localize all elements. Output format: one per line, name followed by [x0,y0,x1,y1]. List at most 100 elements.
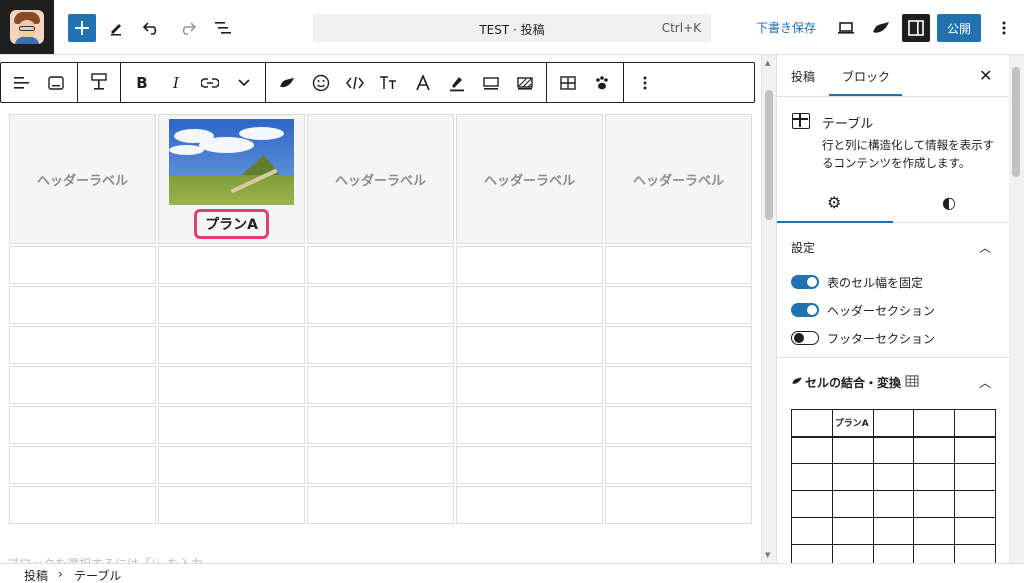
mini-cell[interactable]: プランA [831,409,874,438]
table-cell[interactable] [9,326,156,364]
header-section-toggle[interactable] [791,303,819,317]
table-cell[interactable] [605,246,752,284]
styles-icon[interactable]: ◐ [942,193,956,212]
highlight-button[interactable] [440,63,474,102]
header-cell[interactable]: ヘッダーラベル [605,114,752,244]
mini-cell[interactable] [954,436,996,464]
table-cell[interactable] [9,486,156,524]
table-cell[interactable] [9,406,156,444]
header-cell[interactable]: ヘッダーラベル [307,114,454,244]
merge-panel-title[interactable]: セルの結合・変換 [805,374,901,391]
mini-cell[interactable] [913,544,956,563]
settings-sidebar-toggle[interactable] [902,14,930,42]
background-button[interactable] [508,63,542,102]
settings-panel-title[interactable]: 設定 [791,239,815,256]
plugin-paw-button[interactable] [585,63,619,102]
mini-cell[interactable] [831,517,874,545]
mini-cell[interactable] [913,436,956,464]
mini-cell[interactable] [872,544,915,563]
editor-scrollbar[interactable]: ▲ ▼ [761,55,776,563]
table-cell[interactable] [158,486,305,524]
mini-cell[interactable] [954,409,996,438]
footer-section-toggle[interactable] [791,331,819,345]
table-cell[interactable] [307,446,454,484]
table-cell[interactable] [456,446,603,484]
font-size-button[interactable] [372,63,406,102]
vertical-align-button[interactable] [82,63,116,102]
table-cell[interactable] [158,286,305,324]
chevron-up-icon[interactable]: ︿ [979,239,991,256]
landscape-image[interactable] [169,119,294,205]
mini-cell[interactable] [954,490,996,518]
breadcrumb-leaf[interactable]: テーブル [74,567,121,583]
mini-cell[interactable] [954,463,996,491]
italic-button[interactable]: I [159,63,193,102]
mini-cell[interactable] [791,436,833,464]
table-cell[interactable] [9,246,156,284]
document-overview-button[interactable] [209,14,237,42]
redo-button[interactable] [173,14,201,42]
header-cell[interactable]: ヘッダーラベル [456,114,603,244]
plugin-format-button[interactable] [270,63,304,102]
edit-tool-button[interactable] [102,14,130,42]
tab-block[interactable]: ブロック [842,68,890,85]
more-options-button[interactable] [990,14,1018,42]
table-cell[interactable] [605,326,752,364]
mini-cell[interactable] [872,436,915,464]
scrollbar-thumb[interactable] [1012,67,1020,177]
border-button[interactable] [474,63,508,102]
table-cell[interactable] [158,326,305,364]
table-cell[interactable] [158,446,305,484]
table-cell[interactable] [456,406,603,444]
emoji-button[interactable] [304,63,338,102]
mini-cell[interactable] [913,409,956,438]
align-button[interactable] [5,63,39,102]
table-cell[interactable] [9,366,156,404]
table-cell[interactable] [307,406,454,444]
scroll-down-arrow-icon[interactable]: ▼ [765,551,770,559]
save-draft-button[interactable]: 下書き保存 [756,19,816,36]
font-family-button[interactable] [406,63,440,102]
table-cell[interactable] [456,486,603,524]
table-cell[interactable] [9,446,156,484]
table-cell[interactable] [307,366,454,404]
mini-cell[interactable] [791,544,833,563]
undo-button[interactable] [138,14,166,42]
table-block[interactable]: ヘッダーラベル プランA ヘッダーラベル ヘッダーラベル ヘッダーラベル [7,112,754,526]
mini-cell[interactable] [872,409,915,438]
sidebar-scrollbar[interactable] [1009,55,1024,563]
mini-cell[interactable] [831,436,874,464]
table-cell[interactable] [158,246,305,284]
edit-table-button[interactable] [551,63,585,102]
table-cell[interactable] [605,486,752,524]
mini-cell[interactable] [791,517,833,545]
publish-button[interactable]: 公開 [937,14,981,42]
header-cell-plan[interactable]: プランA [158,114,305,244]
table-cell[interactable] [456,286,603,324]
site-avatar[interactable] [0,0,54,54]
table-cell[interactable] [456,246,603,284]
table-cell[interactable] [307,246,454,284]
table-cell[interactable] [158,366,305,404]
merge-preview-table[interactable]: プランA [791,409,996,563]
inline-code-button[interactable] [338,63,372,102]
more-format-dropdown[interactable] [227,63,261,102]
close-icon[interactable]: ✕ [979,66,992,85]
table-cell[interactable] [456,366,603,404]
table-cell[interactable] [605,406,752,444]
document-title-bar[interactable]: TEST · 投稿 Ctrl+K [313,14,711,42]
plugin-button[interactable] [867,14,895,42]
add-block-button[interactable]: + [68,14,96,42]
caption-button[interactable] [39,63,73,102]
table-cell[interactable] [307,286,454,324]
table-cell[interactable] [456,326,603,364]
mini-cell[interactable] [913,490,956,518]
preview-button[interactable] [832,14,860,42]
mini-cell[interactable] [954,544,996,563]
chevron-up-icon[interactable]: ︿ [979,374,991,391]
mini-cell[interactable] [831,463,874,491]
mini-cell[interactable] [913,517,956,545]
tab-post[interactable]: 投稿 [791,68,815,85]
mini-cell[interactable] [913,463,956,491]
breadcrumb-root[interactable]: 投稿 [24,567,48,583]
